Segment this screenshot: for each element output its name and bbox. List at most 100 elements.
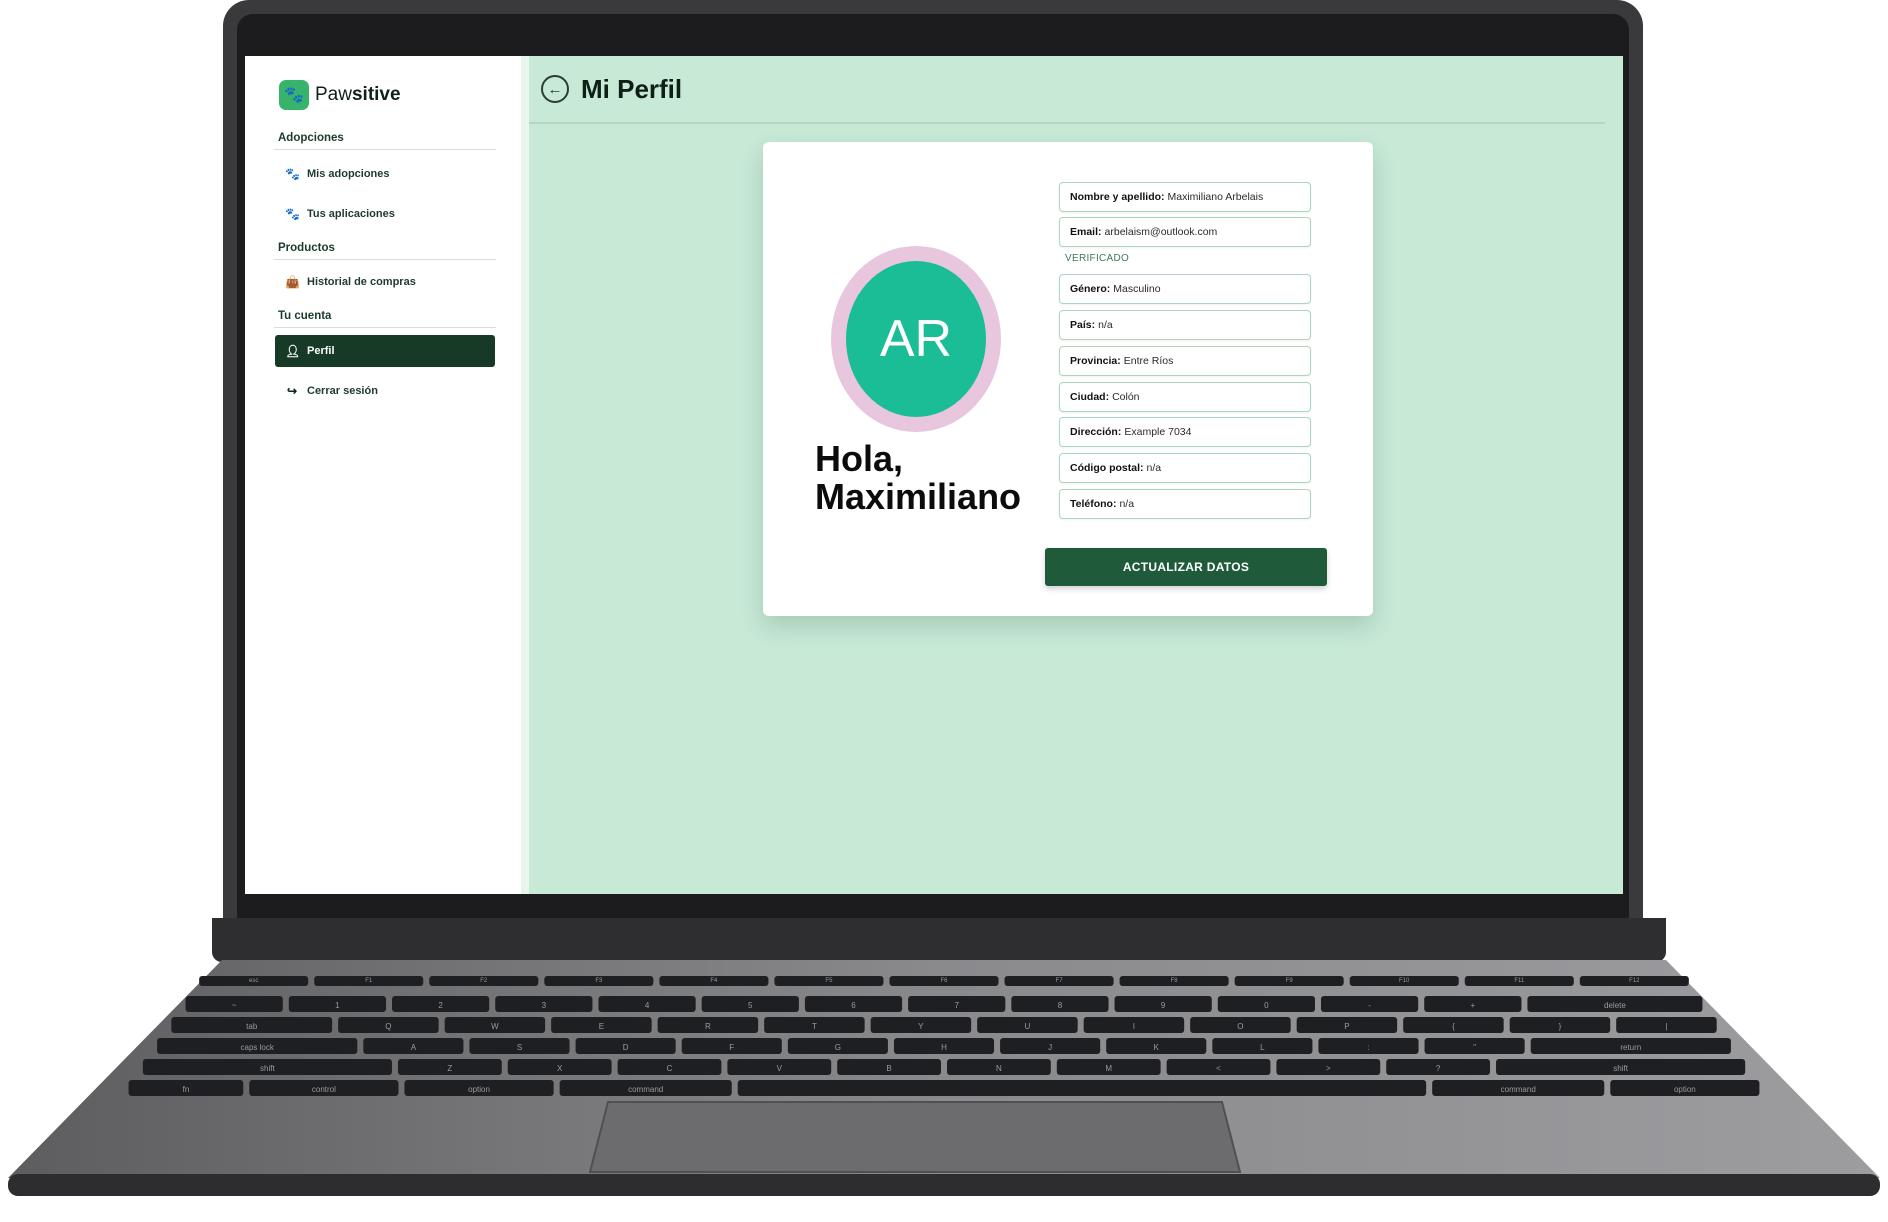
field-direccion[interactable]: Dirección: Example 7034 xyxy=(1059,417,1311,447)
greeting-line-1: Hola, xyxy=(815,438,904,479)
keyboard-key-label: 0 xyxy=(1264,1001,1269,1010)
keyboard-key xyxy=(737,1080,1427,1096)
keyboard-key-label: S xyxy=(517,1043,522,1052)
keyboard-key-label: F6 xyxy=(940,978,948,984)
laptop-hinge xyxy=(212,918,1666,962)
keyboard-key-label: ? xyxy=(1436,1064,1441,1073)
keyboard-key-label: control xyxy=(312,1085,336,1094)
keyboard-key-label: F2 xyxy=(480,978,488,984)
greeting-line-2: Maximiliano xyxy=(815,476,1022,517)
brand-logo[interactable]: 🐾 Pawsitive xyxy=(279,80,401,110)
keyboard-key-label: return xyxy=(1620,1043,1641,1052)
keyboard-key-label: F5 xyxy=(825,978,833,984)
keyboard-key-label: esc xyxy=(249,978,258,984)
keyboard-key-label: I xyxy=(1133,1022,1135,1031)
keyboard-key-label: G xyxy=(835,1043,841,1052)
keyboard-key-label: fn xyxy=(183,1085,190,1094)
field-codigo-postal[interactable]: Código postal: n/a xyxy=(1059,453,1311,483)
field-pais[interactable]: País: n/a xyxy=(1059,310,1311,340)
section-title-adopciones: Adopciones xyxy=(274,132,496,150)
profile-card: AR Hola, Maximiliano Nombre y apellido: M… xyxy=(763,142,1373,616)
field-nombre[interactable]: Nombre y apellido: Maximiliano Arbelais xyxy=(1059,182,1311,212)
field-email[interactable]: Email: arbelaism@outlook.com xyxy=(1059,217,1311,247)
keyboard-key-label: 6 xyxy=(851,1001,856,1010)
keyboard-key-label: X xyxy=(557,1064,563,1073)
sidebar-item-tus-aplicaciones[interactable]: 🐾 Tus aplicaciones xyxy=(275,198,495,230)
laptop-mockup: esc F1 F2 F3 F4 F5 F6 F7 F8 F9 F10 F11 F12 ~1 2 3 4 5 6 7 8 9… xyxy=(0,0,1888,1222)
keyboard-key-label: ~ xyxy=(232,1001,237,1010)
keyboard-key-label: 1 xyxy=(335,1001,340,1010)
logout-icon: ↪ xyxy=(286,384,298,398)
sidebar-item-perfil[interactable]: 👤︎ Perfil xyxy=(275,335,495,367)
keyboard-key-label: U xyxy=(1025,1022,1031,1031)
page-header: ← Mi Perfil xyxy=(529,56,1605,124)
sidebar-item-label: Cerrar sesión xyxy=(307,385,378,397)
keyboard-key-label: H xyxy=(941,1043,947,1052)
keyboard-key-label: F12 xyxy=(1629,978,1640,984)
keyboard-key-label: V xyxy=(777,1064,783,1073)
greeting: Hola, Maximiliano xyxy=(815,440,1035,516)
field-telefono[interactable]: Teléfono: n/a xyxy=(1059,489,1311,519)
keyboard-key-label: R xyxy=(705,1022,711,1031)
verified-label: VERIFICADO xyxy=(1065,253,1130,264)
keyboard-key-label: : xyxy=(1367,1043,1369,1052)
keyboard-key-label: option xyxy=(468,1085,490,1094)
keyboard-key-label: 5 xyxy=(748,1001,753,1010)
keyboard-key-label: { xyxy=(1452,1022,1455,1031)
sidebar-item-label: Perfil xyxy=(307,345,335,357)
keyboard-key-label: P xyxy=(1344,1022,1349,1031)
keyboard-key-label: W xyxy=(491,1022,499,1031)
keyboard-key-label: option xyxy=(1674,1085,1696,1094)
section-title-productos: Productos xyxy=(274,242,496,260)
sidebar-item-label: Historial de compras xyxy=(307,276,416,288)
keyboard-key-label: 3 xyxy=(542,1001,547,1010)
sidebar-item-cerrar-sesion[interactable]: ↪ Cerrar sesión xyxy=(275,375,495,407)
keyboard-key-label: 7 xyxy=(954,1001,959,1010)
keyboard-key-label: F11 xyxy=(1514,978,1525,984)
keyboard-key-label: F1 xyxy=(365,978,373,984)
keyboard-key-label: shift xyxy=(1613,1064,1628,1073)
keyboard-key-label: F8 xyxy=(1171,978,1179,984)
app-screen: 🐾 Pawsitive Adopciones 🐾 Mis adopciones … xyxy=(245,56,1623,894)
keyboard-key-label: E xyxy=(599,1022,604,1031)
keyboard-key-label: Y xyxy=(918,1022,924,1031)
keyboard-key-label: delete xyxy=(1604,1001,1626,1010)
keyboard-key-label: L xyxy=(1260,1043,1265,1052)
keyboard-key-label: caps lock xyxy=(241,1043,275,1052)
keyboard-key-label: " xyxy=(1473,1043,1476,1052)
keyboard-key-label: O xyxy=(1237,1022,1243,1031)
keyboard-key-label: 2 xyxy=(438,1001,443,1010)
keyboard-key-label: M xyxy=(1105,1064,1112,1073)
keyboard-key-label: F xyxy=(729,1043,734,1052)
brand-name: Pawsitive xyxy=(315,84,401,105)
keyboard-key-label: N xyxy=(996,1064,1002,1073)
field-provincia[interactable]: Provincia: Entre Ríos xyxy=(1059,346,1311,376)
paw-icon: 🐾 xyxy=(279,80,309,110)
main-edge xyxy=(521,56,529,894)
keyboard-key-label: 9 xyxy=(1161,1001,1166,1010)
user-icon: 👤︎ xyxy=(285,344,301,358)
keyboard-key-label: B xyxy=(886,1064,891,1073)
keyboard-key-label: D xyxy=(623,1043,629,1052)
field-genero[interactable]: Género: Masculino xyxy=(1059,274,1311,304)
paw-icon: 🐾 xyxy=(285,167,300,181)
bag-icon: 👜 xyxy=(285,275,300,289)
keyboard-key-label: } xyxy=(1559,1022,1562,1031)
keyboard-key-label: F7 xyxy=(1056,978,1064,984)
keyboard-key-label: C xyxy=(667,1064,673,1073)
keyboard-key-label: shift xyxy=(260,1064,275,1073)
keyboard-key-label: F3 xyxy=(595,978,603,984)
keyboard-key-label: F4 xyxy=(710,978,718,984)
keyboard-key-label: A xyxy=(411,1043,417,1052)
sidebar-item-mis-adopciones[interactable]: 🐾 Mis adopciones xyxy=(275,158,495,190)
keyboard-key-label: J xyxy=(1048,1043,1052,1052)
keyboard-key-label: < xyxy=(1216,1064,1221,1073)
keyboard-key-label: Z xyxy=(447,1064,452,1073)
update-data-button[interactable]: ACTUALIZAR DATOS xyxy=(1045,548,1327,586)
keyboard-key-label: | xyxy=(1665,1022,1667,1031)
arrow-left-icon[interactable]: ← xyxy=(541,75,569,103)
sidebar-item-historial-de-compras[interactable]: 👜 Historial de compras xyxy=(275,266,495,298)
keyboard-key-label: F10 xyxy=(1399,978,1410,984)
field-ciudad[interactable]: Ciudad: Colón xyxy=(1059,382,1311,412)
keyboard-key-label: + xyxy=(1470,1001,1475,1010)
